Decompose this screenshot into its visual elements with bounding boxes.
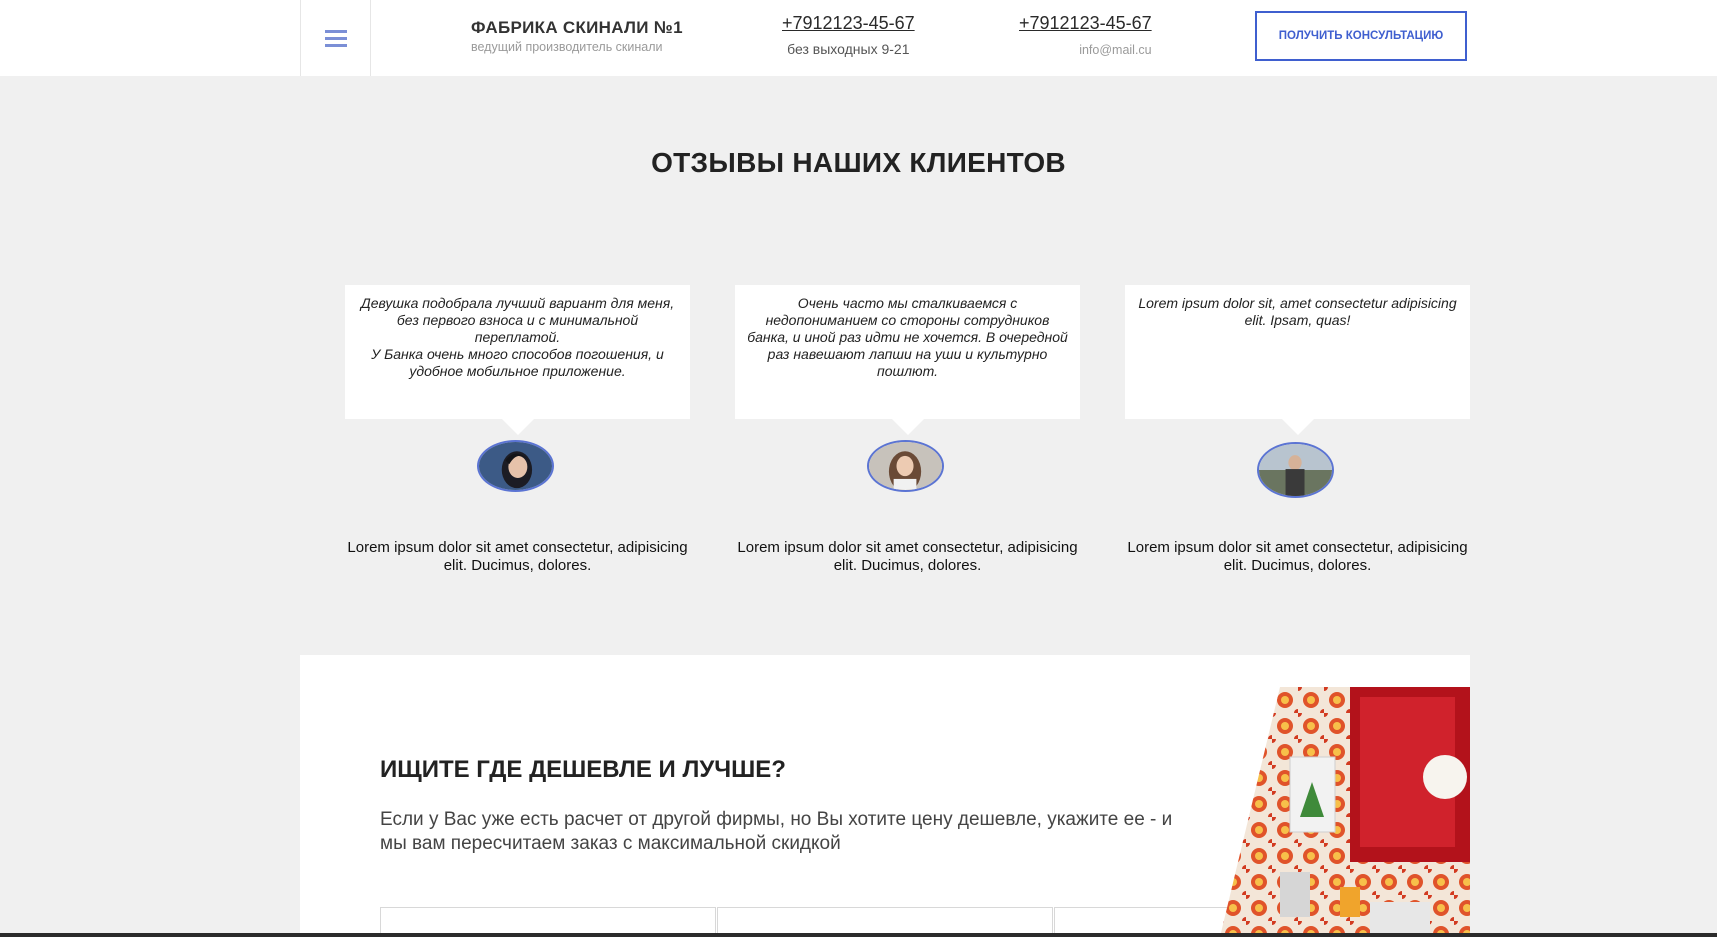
brand-subtitle: ведущий производитель скинали xyxy=(471,40,663,54)
promo-text: Если у Вас уже есть расчет от другой фир… xyxy=(380,809,1173,854)
contact-block-2: +7912123-45-67 info@mail.cu xyxy=(1019,13,1152,57)
menu-button[interactable] xyxy=(300,0,371,76)
contact-block-1: +7912123-45-67 без выходных 9-21 xyxy=(782,13,915,57)
review-bubble: Lorem ipsum dolor sit, amet consectetur … xyxy=(1125,285,1470,435)
review-author: Lorem ipsum dolor sit amet consectetur, … xyxy=(1127,539,1468,574)
review-author: Lorem ipsum dolor sit amet consectetur, … xyxy=(347,539,688,574)
review-author: Lorem ipsum dolor sit amet consectetur, … xyxy=(737,539,1078,574)
brand: ФАБРИКА СКИНАЛИ №1 ведущий производитель… xyxy=(471,18,683,54)
review-card-2: Очень часто мы сталкиваемся с недопонима… xyxy=(735,285,1080,574)
promo-title: ИЩИТЕ ГДЕ ДЕШЕВЛЕ И ЛУЧШЕ? xyxy=(380,756,786,783)
review-text: Девушка подобрала лучший вариант для мен… xyxy=(360,295,675,379)
kitchen-skinali-image xyxy=(1220,687,1470,937)
site-header: ФАБРИКА СКИНАЛИ №1 ведущий производитель… xyxy=(0,0,1717,76)
review-bubble: Девушка подобрала лучший вариант для мен… xyxy=(345,285,690,435)
working-hours: без выходных 9-21 xyxy=(787,41,910,57)
phone-link-1[interactable]: +7912123-45-67 xyxy=(782,13,915,34)
review-text: Lorem ipsum dolor sit, amet consectetur … xyxy=(1138,295,1457,328)
brand-title: ФАБРИКА СКИНАЛИ №1 xyxy=(471,18,683,37)
review-bubble: Очень часто мы сталкиваемся с недопонима… xyxy=(735,285,1080,435)
price-match-section: ИЩИТЕ ГДЕ ДЕШЕВЛЕ И ЛУЧШЕ? Если у Вас уж… xyxy=(300,655,1470,937)
consultation-button[interactable]: ПОЛУЧИТЬ КОНСУЛЬТАЦИЮ xyxy=(1255,11,1467,61)
phone-link-2[interactable]: +7912123-45-67 xyxy=(1019,13,1152,34)
reviews-title: ОТЗЫВЫ НАШИХ КЛИЕНТОВ xyxy=(651,147,1066,178)
review-text: Очень часто мы сталкиваемся с недопонима… xyxy=(747,295,1068,379)
avatar xyxy=(867,440,944,492)
avatar xyxy=(477,440,554,492)
menu-icon xyxy=(324,26,347,51)
email: info@mail.cu xyxy=(1079,43,1152,57)
review-card-3: Lorem ipsum dolor sit, amet consectetur … xyxy=(1125,285,1470,574)
review-card-1: Девушка подобрала лучший вариант для мен… xyxy=(345,285,690,574)
bottom-strip xyxy=(0,933,1717,937)
avatar xyxy=(1257,442,1334,498)
